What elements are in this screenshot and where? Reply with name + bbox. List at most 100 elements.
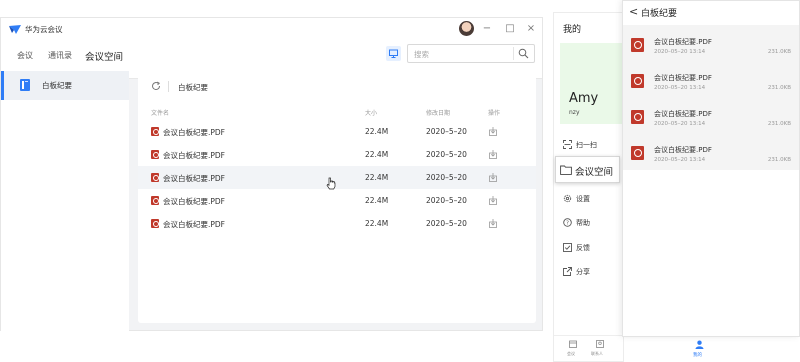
refresh-icon[interactable]	[151, 81, 161, 91]
tab-contacts[interactable]: 联系人	[590, 340, 610, 360]
sidebar-item-label: 白板纪要	[42, 81, 72, 90]
minimize-icon[interactable]: −	[481, 23, 493, 35]
table-row[interactable]: 会议白板纪要.PDF 22.4M 2020–5–20	[138, 212, 536, 235]
pdf-file-icon	[631, 38, 644, 52]
file-date: 2020–5–20	[426, 150, 467, 159]
folder-icon	[560, 165, 572, 175]
whiteboard-icon	[20, 79, 30, 91]
list-item[interactable]: 会议白板纪要.PDF 2020–05–20 13:14 231.0KB	[623, 29, 799, 65]
tab-mine[interactable]: 我的	[690, 338, 710, 360]
screen-share-button[interactable]	[386, 46, 401, 61]
file-name: 会议白板纪要.PDF	[163, 197, 225, 206]
mobile-profile-screen: 我的 Amy nzy 扫一扫 设置 ? 帮助 反馈 分享 会议 联系人	[553, 12, 624, 362]
svg-text:?: ?	[566, 221, 569, 227]
pdf-file-icon	[631, 74, 644, 88]
scan-icon	[563, 140, 572, 149]
download-icon[interactable]	[489, 150, 497, 159]
panel-header: 白板纪要	[138, 73, 536, 101]
sidebar: 白板纪要	[1, 71, 129, 331]
help-icon: ?	[563, 218, 572, 227]
file-size: 22.4M	[365, 150, 389, 159]
bottom-tab-bar: 会议 联系人	[554, 335, 623, 361]
menu-item-settings[interactable]: 设置	[554, 190, 623, 208]
download-icon[interactable]	[489, 196, 497, 205]
column-header-action: 操作	[488, 110, 501, 117]
avatar[interactable]	[459, 21, 474, 36]
pdf-file-icon	[631, 146, 644, 160]
search-divider	[513, 47, 514, 60]
nav-tab-contacts[interactable]: 通讯录	[48, 50, 72, 61]
file-size: 22.4M	[365, 127, 389, 136]
column-header-size: 大小	[365, 110, 378, 117]
pdf-file-icon	[151, 150, 159, 159]
share-icon	[563, 267, 572, 276]
menu-item-scan[interactable]: 扫一扫	[554, 136, 623, 154]
menu-item-feedback[interactable]: 反馈	[554, 239, 623, 257]
app-logo-icon	[9, 25, 21, 34]
table-row[interactable]: 会议白板纪要.PDF 22.4M 2020–5–20	[138, 120, 536, 143]
file-name: 会议白板纪要.PDF	[654, 110, 712, 118]
search-input[interactable]: 搜索	[407, 44, 535, 63]
search-placeholder: 搜索	[414, 50, 429, 59]
close-icon[interactable]: ×	[525, 23, 537, 35]
menu-item-label: 帮助	[576, 219, 590, 227]
file-size: 231.0KB	[767, 49, 791, 55]
column-header-name: 文件名	[151, 110, 170, 117]
search-icon[interactable]	[518, 48, 529, 59]
file-size: 231.0KB	[767, 85, 791, 91]
file-name: 会议白板纪要.PDF	[163, 128, 225, 137]
pdf-file-icon	[151, 196, 159, 205]
download-icon[interactable]	[489, 173, 497, 182]
download-icon[interactable]	[489, 219, 497, 228]
pdf-file-icon	[151, 127, 159, 136]
menu-item-label: 反馈	[576, 244, 590, 252]
list-item[interactable]: 会议白板纪要.PDF 2020–05–20 13:14 231.0KB	[623, 101, 799, 137]
profile-card[interactable]: Amy nzy	[560, 43, 623, 124]
file-list: 会议白板纪要.PDF 2020–05–20 13:14 231.0KB 会议白板…	[623, 25, 799, 170]
tab-meeting[interactable]: 会议	[566, 340, 580, 360]
menu-item-help[interactable]: ? 帮助	[554, 214, 623, 232]
maximize-icon[interactable]: □	[504, 23, 516, 35]
sidebar-item-whiteboard[interactable]: 白板纪要	[1, 71, 129, 100]
menu-item-share[interactable]: 分享	[554, 263, 623, 281]
file-size: 22.4M	[365, 196, 389, 205]
app-title: 华为云会议	[25, 25, 63, 34]
file-name: 会议白板纪要.PDF	[654, 146, 712, 154]
file-size: 22.4M	[365, 173, 389, 182]
menu-item-label: 分享	[576, 268, 590, 276]
pdf-file-icon	[631, 110, 644, 124]
download-icon[interactable]	[489, 127, 497, 136]
table-row[interactable]: 会议白板纪要.PDF 22.4M 2020–5–20	[138, 143, 536, 166]
nav-tab-meeting-space[interactable]: 会议空间	[85, 49, 123, 63]
mobile-whiteboard-screen: < 白板纪要 会议白板纪要.PDF 2020–05–20 13:14 231.0…	[622, 0, 800, 337]
header-divider	[168, 81, 169, 92]
tab-label: 会议	[567, 351, 575, 356]
file-meta: 2020–05–20 13:14	[654, 157, 706, 163]
panel-title: 白板纪要	[178, 83, 208, 92]
file-panel: 白板纪要 文件名 大小 修改日期 操作 会议白板纪要.PDF 22.4M 202…	[138, 73, 536, 323]
file-name: 会议白板纪要.PDF	[163, 220, 225, 229]
tab-label: 联系人	[591, 351, 603, 356]
list-item[interactable]: 会议白板纪要.PDF 2020–05–20 13:14 231.0KB	[623, 65, 799, 101]
file-date: 2020–5–20	[426, 173, 467, 182]
nav-tab-meeting[interactable]: 会议	[17, 50, 33, 61]
feedback-icon	[563, 243, 572, 252]
calendar-icon	[569, 340, 577, 348]
back-button[interactable]: <	[629, 5, 638, 18]
file-name: 会议白板纪要.PDF	[163, 174, 225, 183]
table-row[interactable]: 会议白板纪要.PDF 22.4M 2020–5–20	[138, 166, 536, 189]
person-icon	[695, 340, 704, 349]
profile-account: nzy	[569, 109, 580, 116]
file-meta: 2020–05–20 13:14	[654, 121, 706, 127]
profile-name: Amy	[569, 91, 599, 106]
monitor-icon	[389, 49, 398, 58]
page-title: 白板纪要	[641, 9, 678, 19]
menu-item-label: 设置	[576, 195, 590, 203]
mobile-header: < 白板纪要	[623, 1, 799, 23]
file-size: 231.0KB	[767, 157, 791, 163]
pdf-file-icon	[151, 219, 159, 228]
list-item[interactable]: 会议白板纪要.PDF 2020–05–20 13:14 231.0KB	[623, 137, 799, 173]
contacts-icon	[596, 340, 604, 348]
table-row[interactable]: 会议白板纪要.PDF 22.4M 2020–5–20	[138, 189, 536, 212]
menu-item-meeting-space[interactable]: 会议空间	[555, 156, 620, 183]
